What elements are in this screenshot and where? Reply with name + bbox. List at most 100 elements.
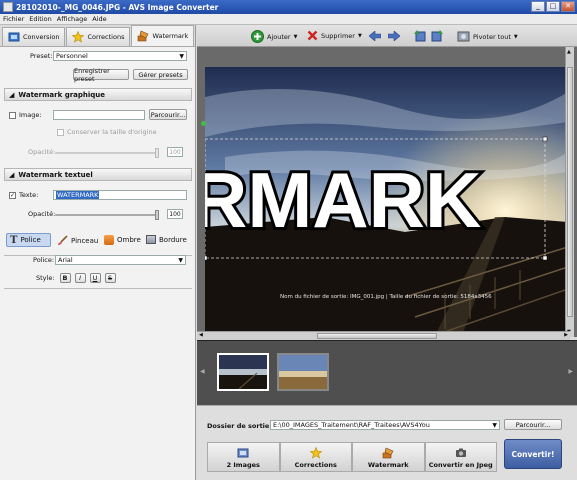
delete-icon	[307, 30, 318, 41]
rotate-right-button[interactable]	[431, 29, 444, 42]
preset-label: Preset:	[30, 52, 53, 60]
delete-button[interactable]: Supprimer ▼	[307, 30, 362, 41]
menu-fichier[interactable]: Fichier	[3, 15, 24, 23]
font-select[interactable]: Arial ▼	[55, 255, 186, 265]
font-label: Police:	[33, 256, 55, 264]
underline-button[interactable]: U	[89, 273, 101, 283]
collapse-icon: ◢	[9, 90, 15, 99]
text-checkbox[interactable]: ✓	[9, 191, 16, 199]
tab-conversion-label: Conversion	[23, 33, 60, 41]
arrow-left-icon	[369, 31, 381, 41]
subtab-pinceau-label: Pinceau	[71, 236, 99, 245]
preview-image[interactable]: RMARK Nom du fichier de sortie: IMG_001.…	[205, 67, 568, 355]
rotate-left-icon	[414, 30, 426, 42]
text-opacity-thumb[interactable]	[155, 210, 159, 220]
keep-size-checkbox[interactable]	[57, 128, 64, 136]
rotate-all-icon	[457, 31, 470, 42]
output-folder-select[interactable]: E:\00_IMAGES_Traitement\RAF_Traitees\AVS…	[270, 420, 500, 430]
rotation-handle[interactable]	[201, 121, 206, 126]
step-images[interactable]: 2 Images	[207, 442, 280, 472]
style-label: Style:	[36, 274, 55, 282]
image-browse-button[interactable]: Parcourir...	[149, 109, 187, 120]
close-button[interactable]: ✕	[561, 1, 575, 12]
image-opacity-slider[interactable]	[55, 148, 159, 158]
chevron-down-icon: ▼	[293, 33, 298, 40]
conversion-icon	[8, 32, 20, 42]
scroll-left-icon[interactable]: ◀	[199, 332, 203, 338]
save-preset-button[interactable]: Enregistrer preset	[73, 67, 129, 83]
add-button[interactable]: Ajouter ▼	[251, 30, 297, 43]
add-label: Ajouter	[267, 32, 291, 41]
horizontal-scroll-thumb[interactable]	[317, 333, 437, 339]
resize-handle[interactable]	[542, 136, 548, 142]
previous-button[interactable]	[369, 31, 381, 41]
text-opacity-label: Opacité:	[28, 210, 56, 218]
step-images-label: 2 Images	[226, 461, 260, 469]
step-convert-jpeg-label: Convertir en Jpeg	[428, 461, 493, 469]
preset-select[interactable]: Personnel ▼	[53, 51, 187, 61]
thumbnail-2[interactable]	[277, 353, 329, 391]
image-path-field[interactable]	[53, 110, 145, 120]
menu-aide[interactable]: Aide	[92, 15, 106, 23]
scroll-up-icon[interactable]: ▲	[567, 49, 571, 55]
step-convert-jpeg[interactable]: Convertir en Jpeg	[424, 442, 497, 472]
section-watermark-textuel[interactable]: ◢ Watermark textuel	[4, 168, 192, 181]
next-button[interactable]	[388, 31, 400, 41]
rotate-left-button[interactable]	[413, 29, 426, 42]
text-opacity-value[interactable]: 100	[167, 209, 183, 219]
resize-handle[interactable]	[205, 255, 208, 261]
watermark-text-input[interactable]: WATERMARK	[53, 190, 187, 200]
menu-edition[interactable]: Edition	[29, 15, 52, 23]
resize-handle[interactable]	[542, 255, 548, 261]
subtab-pinceau[interactable]: Pinceau	[57, 235, 98, 246]
output-browse-button[interactable]: Parcourir...	[504, 419, 562, 430]
section-watermark-graphique[interactable]: ◢ Watermark graphique	[4, 88, 192, 101]
settings-panel: Conversion Corrections Watermark Preset:…	[0, 25, 196, 480]
add-icon	[251, 30, 264, 43]
tab-conversion[interactable]: Conversion	[2, 27, 66, 46]
maximize-button[interactable]: □	[546, 1, 560, 12]
vertical-scroll-thumb[interactable]	[567, 67, 573, 317]
rotate-all-label: Pivoter tout	[473, 32, 511, 41]
images-icon	[237, 448, 249, 458]
subtab-ombre[interactable]: Ombre	[104, 235, 141, 245]
font-t-icon: T	[10, 234, 18, 246]
tab-watermark[interactable]: Watermark	[131, 25, 195, 46]
strip-left-arrow-icon[interactable]: ◀	[200, 368, 205, 375]
subtab-bordure-label: Bordure	[159, 235, 187, 244]
tab-corrections[interactable]: Corrections	[66, 27, 131, 46]
step-corrections[interactable]: Corrections	[279, 442, 352, 472]
image-viewer[interactable]: RMARK Nom du fichier de sortie: IMG_001.…	[197, 47, 577, 355]
watermark-icon	[138, 30, 149, 42]
image-opacity-value[interactable]: 100	[167, 147, 183, 157]
minimize-button[interactable]: _	[531, 1, 545, 12]
image-checkbox[interactable]	[9, 111, 16, 119]
text-opacity-slider[interactable]	[55, 210, 159, 220]
subtab-bordure[interactable]: Bordure	[146, 235, 187, 244]
rotate-all-button[interactable]: Pivoter tout ▼	[457, 30, 518, 43]
step-watermark[interactable]: Watermark	[352, 442, 425, 472]
italic-button[interactable]: I	[74, 273, 86, 283]
star-icon	[72, 31, 85, 43]
menu-affichage[interactable]: Affichage	[57, 15, 88, 23]
text-label: Texte:	[19, 191, 39, 199]
shadow-icon	[104, 235, 114, 245]
rotate-right-icon	[431, 30, 443, 42]
step-corrections-label: Corrections	[294, 461, 337, 469]
window-title: 28102010-_MG_0046.JPG - AVS Image Conver…	[16, 2, 219, 12]
subtab-police[interactable]: T Police	[6, 233, 51, 247]
thumbnail-image	[219, 355, 267, 390]
manage-presets-button[interactable]: Gérer presets	[133, 69, 188, 80]
step-watermark-label: Watermark	[367, 461, 409, 469]
strip-right-arrow-icon[interactable]: ▶	[568, 368, 573, 375]
image-opacity-thumb[interactable]	[155, 148, 159, 158]
convert-button[interactable]: Convertir!	[504, 439, 562, 469]
bold-button[interactable]: B	[59, 273, 71, 283]
main-toolbar: Ajouter ▼ Supprimer ▼ Pivoter tout ▼	[197, 25, 577, 47]
vertical-scrollbar[interactable]: ▲ ▼	[565, 47, 574, 337]
horizontal-scrollbar[interactable]: ◀ ▶	[197, 331, 570, 340]
thumbnail-1[interactable]	[217, 353, 269, 391]
scroll-right-icon[interactable]: ▶	[564, 332, 568, 338]
collapse-icon: ◢	[9, 170, 15, 179]
strikethrough-button[interactable]: S	[104, 273, 116, 283]
